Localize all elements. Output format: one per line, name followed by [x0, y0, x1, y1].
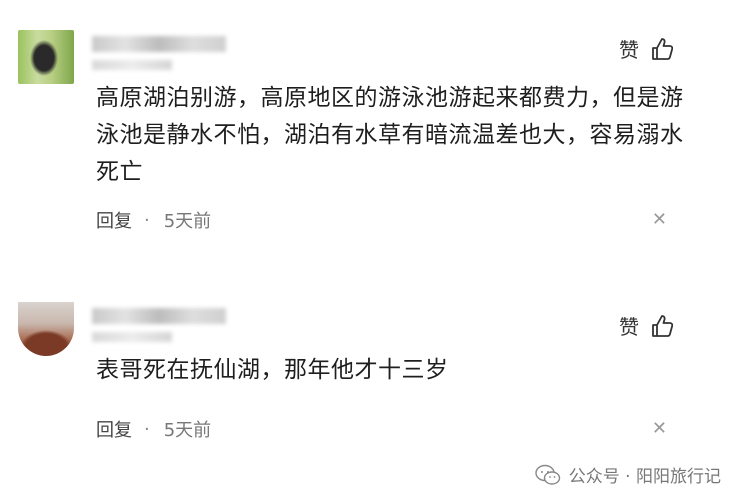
comment-meta: 回复 · 5天前: [96, 416, 211, 442]
thumbs-up-icon: [652, 314, 673, 337]
watermark: 公众号 · 阳阳旅行记: [535, 462, 721, 487]
user-meta-blurred: [92, 60, 172, 70]
comment-time: 5天前: [163, 420, 212, 441]
username-blurred[interactable]: [92, 36, 226, 52]
comment-text: 表哥死在抚仙湖，那年他才十三岁: [96, 357, 449, 383]
comment-time: 5天前: [163, 211, 212, 232]
user-meta-blurred: [92, 332, 172, 342]
wechat-icon: [535, 464, 560, 485]
avatar[interactable]: [18, 30, 74, 84]
meta-separator: ·: [144, 418, 150, 440]
like-label: 赞: [619, 38, 639, 62]
comment-text: 高原湖泊别游，高原地区的游泳池游起来都费力，但是游泳池是静水不怕，湖泊有水草有暗…: [96, 85, 684, 185]
comment-meta: 回复 · 5天前: [96, 207, 211, 233]
like-button[interactable]: 赞: [619, 311, 673, 340]
close-icon[interactable]: ✕: [652, 418, 667, 439]
close-icon[interactable]: ✕: [652, 209, 667, 230]
meta-separator: ·: [144, 209, 150, 231]
reply-button[interactable]: 回复: [96, 207, 132, 233]
reply-button[interactable]: 回复: [96, 416, 132, 442]
like-button[interactable]: 赞: [619, 34, 673, 63]
watermark-text: 公众号 · 阳阳旅行记: [568, 467, 721, 487]
thumbs-up-icon: [652, 37, 673, 60]
avatar[interactable]: [18, 302, 74, 356]
username-blurred[interactable]: [92, 308, 226, 324]
like-label: 赞: [619, 315, 639, 339]
